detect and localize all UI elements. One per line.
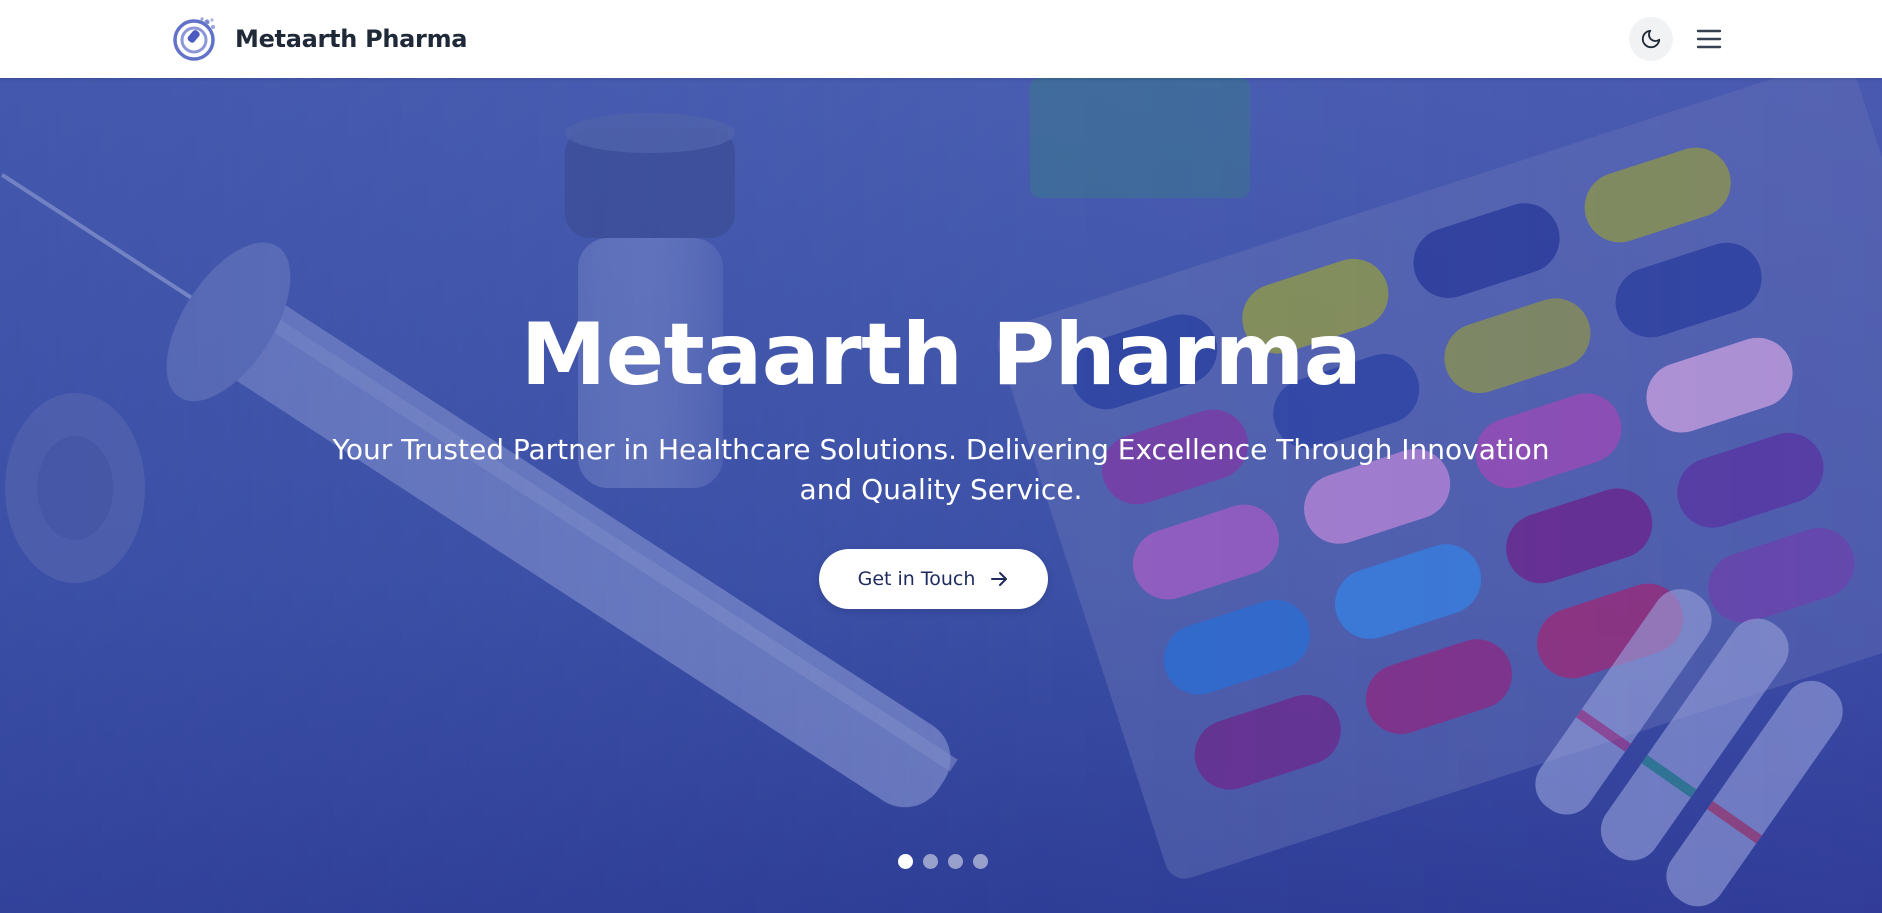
hero-carousel: Metaarth Pharma Your Trusted Partner in … [0,78,1882,913]
carousel-dot-4[interactable] [973,854,988,869]
hero-subtitle: Your Trusted Partner in Healthcare Solut… [332,433,1550,506]
navbar: Metaarth Pharma [0,0,1882,78]
hamburger-menu-button[interactable] [1693,20,1725,58]
arrow-right-icon [991,572,1008,586]
hamburger-menu-icon [1696,29,1722,49]
carousel-indicators [898,854,988,869]
metaarth-logo-icon [173,17,215,61]
brand-link[interactable]: Metaarth Pharma [173,16,467,62]
cta-label: Get in Touch [857,568,976,590]
hero-title: Metaarth Pharma [520,305,1362,405]
brand-name: Metaarth Pharma [235,25,468,53]
carousel-dot-3[interactable] [948,854,963,869]
carousel-dot-2[interactable] [923,854,938,869]
get-in-touch-button[interactable]: Get in Touch [819,549,1048,609]
carousel-dot-1[interactable] [898,854,913,869]
theme-toggle-button[interactable] [1629,17,1673,61]
moon-icon [1641,29,1661,49]
